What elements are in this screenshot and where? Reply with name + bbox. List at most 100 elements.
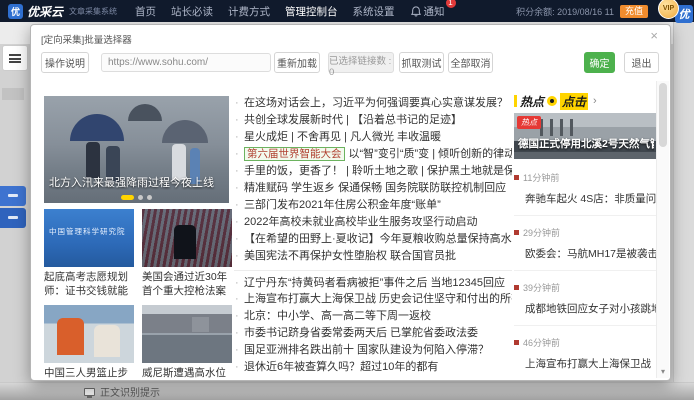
- scrollbar[interactable]: ▾: [656, 81, 669, 378]
- logo-text: 优采云: [27, 3, 63, 20]
- headline-item[interactable]: 【在希望的田野上·夏收记】今年夏粮收购总量保持高水平: [234, 231, 512, 248]
- scroll-down-icon[interactable]: ▾: [657, 367, 669, 376]
- red-bullet: [514, 340, 519, 345]
- notifications-button[interactable]: 通知 1: [411, 4, 445, 19]
- carousel-dots[interactable]: [44, 195, 229, 200]
- headline-item[interactable]: 第六届世界智能大会以“智”变引“质”变 | 倾听创新的律动: [234, 146, 512, 163]
- nav-item[interactable]: 管理控制台: [285, 4, 338, 19]
- headline-text: 三部门发布2021年住房公积金年度“账单”: [244, 199, 441, 211]
- embedded-webpage: 北方入汛来最强降雨过程今夜上线 中国管理科学研究院 起底高考志愿规划师：证书交钱…: [32, 81, 669, 378]
- news-thumbnail[interactable]: 中国三人男篮止步小组赛: [44, 305, 134, 378]
- account-balance: 积分余额: 2019/08/16 11: [516, 5, 614, 18]
- url-input[interactable]: [101, 53, 271, 72]
- carousel-dot[interactable]: [138, 195, 143, 200]
- headline-text: 北京：中小学、高一高二等下周一返校: [244, 310, 431, 322]
- close-icon[interactable]: ×: [650, 29, 658, 43]
- headline-item[interactable]: 退休近6年被查算久吗？超过10年的都有: [234, 359, 512, 376]
- carousel[interactable]: 北方入汛来最强降雨过程今夜上线: [44, 96, 229, 203]
- image-overlay-text: 中国管理科学研究院: [49, 226, 126, 237]
- headline-item[interactable]: 北京：中小学、高一高二等下周一返校: [234, 308, 512, 325]
- news-thumbnail[interactable]: 中国管理科学研究院 起底高考志愿规划师：证书交钱就能拿: [44, 209, 134, 298]
- scrollbar-thumb[interactable]: [659, 83, 667, 147]
- cancel-all-button[interactable]: 全部取消: [448, 52, 493, 73]
- hot-list-item[interactable]: 46分钟前 上海宣布打赢大上海保卫战: [514, 326, 656, 378]
- headline-item[interactable]: 三部门发布2021年住房公积金年度“账单”: [234, 197, 512, 214]
- headline-item[interactable]: 在这场对话会上，习近平为何强调要真心实意谋发展？: [234, 95, 512, 112]
- bell-icon: [411, 6, 421, 17]
- background-right-strip: [673, 22, 694, 382]
- thumbnail-caption[interactable]: 中国三人男篮止步小组赛: [44, 366, 134, 378]
- notice-label: 通知: [424, 4, 445, 19]
- topbar: 优 优采云 文章采集系统 首页 站长必读 计费方式 管理控制台 系统设置 通知 …: [0, 0, 694, 22]
- notification-badge: 1: [446, 0, 456, 8]
- headline-text: 退休近6年被查算久吗？超过10年的都有: [244, 361, 438, 373]
- hot-feature-card[interactable]: 热点 德国正式停用北溪2号天然气管道: [514, 113, 656, 159]
- nav-item[interactable]: 计费方式: [228, 4, 270, 19]
- hot-item-title: 上海宣布打赢大上海保卫战: [514, 356, 656, 371]
- headline-item[interactable]: 星火成炬 | 不舍再见 | 凡人微光 丰收温暖: [234, 129, 512, 146]
- news-thumbnail[interactable]: 美国会通过近30年首个重大控枪法案: [142, 209, 232, 298]
- headline-item[interactable]: 市委书记跻身省委常委两天后 已掌舵省委政法委: [234, 325, 512, 342]
- hot-item-time: 46分钟前: [523, 336, 560, 349]
- red-bullet: [514, 175, 519, 180]
- hot-item-title: 欧委会：马航MH17是被袭击的: [514, 246, 656, 261]
- news-thumbnail[interactable]: 威尼斯遭遇高水位侵袭 圣: [142, 305, 232, 378]
- hot-item-title: 成都地铁回应女子对小孩跳地铁: [514, 301, 656, 316]
- hot-clicks-section: 热点 点击 › 热点 德国正式停用北溪2号天然气管道 11分钟前: [514, 94, 656, 378]
- nav-item[interactable]: 首页: [135, 4, 156, 19]
- hot-feature-caption: 德国正式停用北溪2号天然气管道: [518, 136, 654, 151]
- side-tab-1[interactable]: [0, 186, 26, 206]
- thumbnail-image: [142, 209, 232, 267]
- hot-news-list: 11分钟前 奔驰车起火 4S店：非质量问题 29分钟前 欧委会：马航MH17是被…: [514, 161, 656, 378]
- headline-item[interactable]: 辽宁丹东“持黄码者看病被拒”事件之后 当地12345回应: [234, 270, 512, 291]
- carousel-dot[interactable]: [147, 195, 152, 200]
- hot-list-item[interactable]: 39分钟前 成都地铁回应女子对小孩跳地铁: [514, 271, 656, 326]
- reload-button[interactable]: 重新加载: [274, 52, 320, 73]
- scrape-test-button[interactable]: 抓取测试: [399, 52, 444, 73]
- hot-list-item[interactable]: 11分钟前 奔驰车起火 4S店：非质量问题: [514, 161, 656, 216]
- highlighted-link[interactable]: 第六届世界智能大会: [244, 147, 345, 161]
- side-tab-2[interactable]: [0, 208, 26, 228]
- exit-button[interactable]: 退出: [624, 52, 659, 73]
- background-panel: [2, 45, 28, 71]
- hot-badge: 热点: [517, 116, 541, 129]
- monitor-icon: [84, 388, 95, 396]
- yellow-bar: [514, 95, 517, 107]
- confirm-button[interactable]: 确定: [584, 52, 615, 73]
- pedestrian-shape: [86, 142, 100, 178]
- menu-icon: [9, 54, 21, 63]
- app-logo[interactable]: 优 优采云 文章采集系统: [8, 3, 127, 20]
- umbrella-shape: [70, 114, 124, 141]
- carousel-caption[interactable]: 北方入汛来最强降雨过程今夜上线: [49, 174, 224, 190]
- chevron-right-icon[interactable]: ›: [593, 95, 597, 107]
- headline-text: 以“智”变引“质”变 | 倾听创新的律动: [349, 148, 513, 160]
- umbrella-shape: [162, 120, 208, 143]
- headline-text: 在这场对话会上，习近平为何强调要真心实意谋发展？: [244, 97, 508, 109]
- click-target-icon: [547, 96, 557, 106]
- thumbnail-caption[interactable]: 威尼斯遭遇高水位侵袭 圣: [142, 366, 232, 378]
- headline-text: 美国宪法不再保护女性堕胎权 联合国官员批: [244, 250, 456, 262]
- headline-item[interactable]: 精准赋码 学生返乡 保通保畅 国务院联防联控机制回应: [234, 180, 512, 197]
- headline-item[interactable]: 共创全球发展新时代 | 【沿着总书记的足迹】: [234, 112, 512, 129]
- headline-text: 星火成炬 | 不舍再见 | 凡人微光 丰收温暖: [244, 131, 441, 143]
- hot-list-item[interactable]: 29分钟前 欧委会：马航MH17是被袭击的: [514, 216, 656, 271]
- headline-item[interactable]: 手里的饭，更香了！ | 聆听土地之歌 | 保护黑土地就是保护每个…: [234, 163, 512, 180]
- status-bar: 正文识别提示: [0, 382, 694, 400]
- headline-item[interactable]: 2022年高校未就业高校毕业生服务攻坚行动启动: [234, 214, 512, 231]
- thumbnail-caption[interactable]: 美国会通过近30年首个重大控枪法案: [142, 270, 232, 298]
- headline-item[interactable]: 上海宣布打赢大上海保卫战 历史会记住坚守和付出的所有人: [234, 291, 512, 308]
- help-button[interactable]: 操作说明: [41, 52, 89, 73]
- headline-text: 精准赋码 学生返乡 保通保畅 国务院联防联控机制回应: [244, 182, 506, 194]
- hot-section-header[interactable]: 热点 点击 ›: [514, 94, 656, 108]
- recharge-button[interactable]: 充值: [620, 5, 648, 18]
- main-nav: 首页 站长必读 计费方式 管理控制台 系统设置: [135, 4, 395, 19]
- carousel-dot-active[interactable]: [121, 195, 134, 200]
- nav-item[interactable]: 系统设置: [353, 4, 395, 19]
- nav-item[interactable]: 站长必读: [171, 4, 213, 19]
- headline-item[interactable]: 国足亚洲排名跌出前十 国家队建设为何陷入停滞？: [234, 342, 512, 359]
- headline-list: 在这场对话会上，习近平为何强调要真心实意谋发展？ 共创全球发展新时代 | 【沿着…: [234, 95, 512, 376]
- headline-item[interactable]: 美国宪法不再保护女性堕胎权 联合国官员批: [234, 248, 512, 265]
- link-selector-dialog: [定向采集]批量选择器 × 操作说明 重新加载 已选择链接数 : 0 抓取测试 …: [30, 24, 671, 381]
- thumbnail-grid: 中国管理科学研究院 起底高考志愿规划师：证书交钱就能拿 美国会通过近30年首个重…: [44, 209, 232, 378]
- thumbnail-caption[interactable]: 起底高考志愿规划师：证书交钱就能拿: [44, 270, 134, 298]
